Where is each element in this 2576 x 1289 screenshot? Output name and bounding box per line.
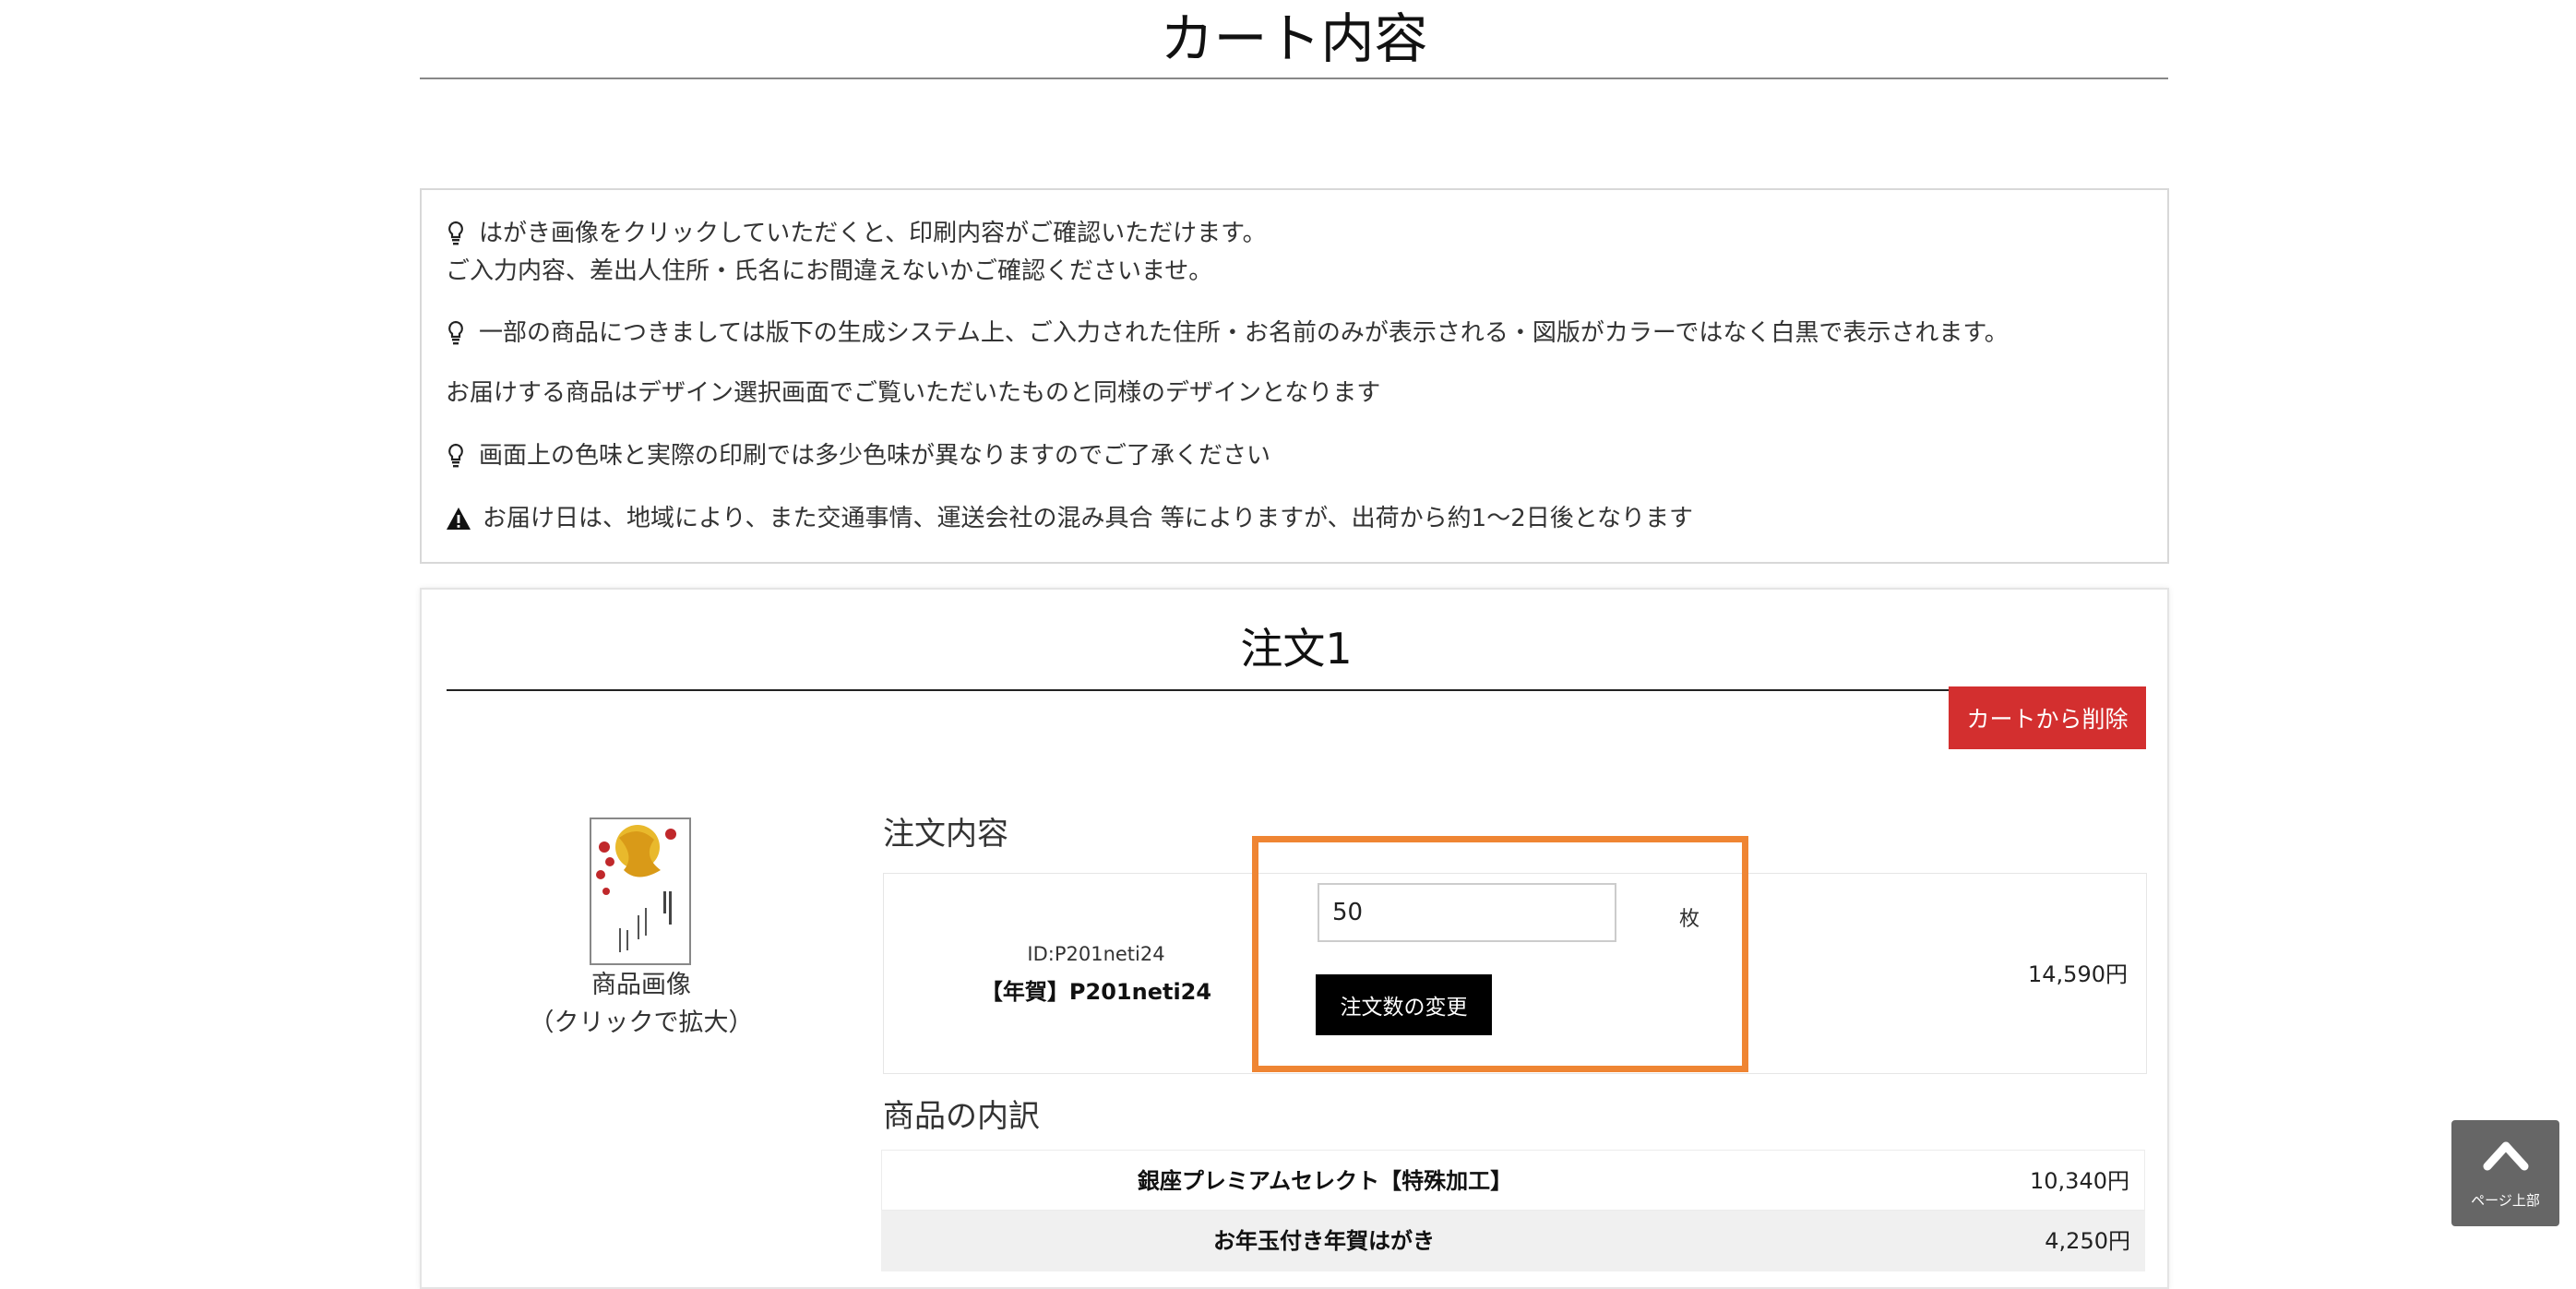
lightbulb-icon — [448, 320, 463, 345]
notice-line-1b: ご入力内容、差出人住所・氏名にお間違えないかご確認くださいませ。 — [446, 257, 1213, 285]
product-name: 【年賀】P201neti24 — [980, 979, 1212, 1005]
notice-line-2: 一部の商品につきましては版下の生成システム上、ご入力された住所・お名前のみが表示… — [446, 317, 2009, 349]
product-id: ID:P201neti24 — [1027, 943, 1165, 965]
warning-icon — [447, 507, 471, 530]
change-quantity-button[interactable]: 注文数の変更 — [1316, 974, 1492, 1035]
back-to-top-button[interactable]: ページ上部 — [2451, 1120, 2559, 1226]
breakdown-row: お年玉付き年賀はがき 4,250円 — [881, 1211, 2145, 1271]
quantity-unit: 枚 — [1679, 908, 1700, 931]
order-content-box: ID:P201neti24 【年賀】P201neti24 — [883, 873, 2147, 1074]
order-price: 14,590円 — [2028, 961, 2128, 987]
remove-from-cart-button[interactable]: カートから削除 — [1949, 686, 2146, 749]
back-to-top-label: ページ上部 — [2471, 1192, 2540, 1209]
quantity-input[interactable] — [1318, 883, 1616, 942]
breakdown-row: 銀座プレミアムセレクト【特殊加工】 10,340円 — [881, 1150, 2145, 1211]
breakdown-heading: 商品の内訳 — [883, 1098, 1040, 1135]
order-content-heading: 注文内容 — [883, 816, 1008, 853]
chevron-up-icon — [2483, 1141, 2529, 1171]
lightbulb-icon — [448, 443, 463, 468]
notice-line-4: 画面上の色味と実際の印刷では多少色味が異なりますのでご了承ください — [446, 440, 1270, 471]
order-title: 注文1 — [447, 606, 2146, 691]
notice-line-3: お届けする商品はデザイン選択画面でご覧いただいたものと同様のデザインとなります — [446, 379, 1381, 407]
notice-line-5: お届け日は、地域により、また交通事情、運送会社の混み具合 等によりますが、出荷か… — [446, 503, 1693, 534]
page-title: カート内容 — [420, 0, 2168, 79]
notice-box: はがき画像をクリックしていただくと、印刷内容がご確認いただけます。 ご入力内容、… — [420, 188, 2169, 564]
notice-line-1: はがき画像をクリックしていただくと、印刷内容がご確認いただけます。 — [446, 218, 1267, 249]
thumbnail-caption: 商品画像 （クリックで拡大） — [529, 971, 754, 1037]
lightbulb-icon — [448, 221, 463, 245]
product-thumbnail[interactable] — [590, 818, 691, 965]
postcard-image — [591, 819, 689, 963]
